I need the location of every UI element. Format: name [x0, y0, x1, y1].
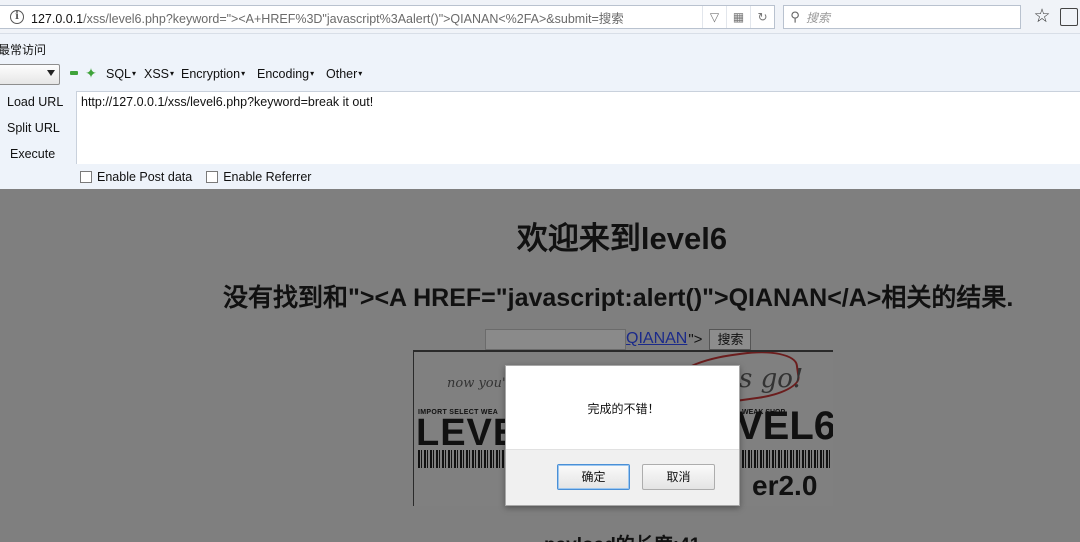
menu-encryption-label: Encryption [181, 67, 241, 81]
checkbox-box[interactable] [206, 171, 219, 183]
hackbar-toolbar: ✦ SQL▾ XSS▾ Encryption▾ Encoding▾ Other▾ [0, 63, 1080, 87]
search-input[interactable]: ⚲ 搜索 [783, 5, 1021, 29]
browser-chrome: i 127.0.0.1/xss/level6.php?keyword="><A+… [0, 0, 1080, 189]
dropdown-arrow-icon[interactable]: ▽ [702, 6, 726, 28]
checkbox-box[interactable] [80, 171, 92, 183]
increase-icon[interactable]: ✦ [85, 66, 97, 80]
injected-link[interactable]: QIANAN [626, 330, 687, 348]
injected-suffix: "> [688, 330, 703, 348]
payload-length: payload的长度:41 [544, 530, 700, 542]
load-url-button[interactable]: Load URL [7, 95, 63, 109]
url-text[interactable]: 127.0.0.1/xss/level6.php?keyword="><A+HR… [31, 8, 701, 27]
barcode-right [742, 450, 830, 468]
menu-sql[interactable]: SQL▾ [106, 67, 136, 81]
menu-encoding-label: Encoding [257, 67, 310, 81]
enable-post-label: Enable Post data [97, 170, 193, 184]
alert-footer: 确定 取消 [506, 449, 739, 505]
hackbar-select[interactable] [0, 64, 60, 85]
bookmark-star-icon[interactable]: ☆ [1031, 6, 1053, 28]
ok-button[interactable]: 确定 [557, 464, 630, 490]
banner-go-text: s go! [739, 364, 804, 394]
menu-xss-label: XSS [144, 67, 170, 81]
bookmark-most-visited[interactable]: 最常访问 [0, 41, 46, 58]
banner-version: er2.0 : [752, 470, 818, 506]
page-title: 欢迎来到level6 [516, 221, 728, 256]
banner-level-right: VEL6 [736, 404, 833, 448]
hackbar-options: Enable Post data Enable Referrer [80, 168, 325, 186]
search-submit-button[interactable]: 搜索 [709, 328, 752, 350]
caret-icon: ▾ [132, 69, 137, 78]
enable-referrer-label: Enable Referrer [223, 170, 312, 184]
info-icon[interactable]: i [10, 10, 24, 24]
hackbar-actions: Load URL Split URL Execute [0, 91, 76, 165]
url-path: /xss/level6.php?keyword="><A+HREF%3D"jav… [83, 11, 624, 26]
url-tools: ▽ ▦ ↻ [702, 6, 774, 28]
hackbar-url-textarea[interactable]: http://127.0.0.1/xss/level6.php?keyword=… [76, 91, 1080, 164]
library-icon[interactable] [1060, 8, 1078, 26]
decrease-icon[interactable] [70, 71, 78, 75]
enable-post-checkbox[interactable]: Enable Post data [80, 170, 192, 184]
execute-button[interactable]: Execute [10, 147, 55, 161]
barcode-left [418, 450, 506, 468]
banner-level-left: LEVE [416, 412, 520, 454]
result-message: 没有找到和"><A HREF="javascript:alert()">QIAN… [223, 284, 1014, 312]
reload-icon[interactable]: ↻ [750, 6, 774, 28]
navigation-bar: i 127.0.0.1/xss/level6.php?keyword="><A+… [0, 0, 1080, 34]
qr-code-icon[interactable]: ▦ [726, 6, 750, 28]
caret-icon: ▾ [170, 69, 175, 78]
enable-referrer-checkbox[interactable]: Enable Referrer [206, 170, 311, 184]
chevron-down-icon [47, 70, 55, 76]
caret-icon: ▾ [358, 69, 363, 78]
menu-encoding[interactable]: Encoding▾ [257, 67, 314, 81]
menu-encryption[interactable]: Encryption▾ [181, 67, 245, 81]
cancel-button[interactable]: 取消 [642, 464, 715, 490]
menu-other-label: Other [326, 67, 358, 81]
alert-message: 完成的不错！ [587, 402, 660, 416]
caret-icon: ▾ [310, 69, 315, 78]
search-icon: ⚲ [790, 9, 800, 24]
menu-other[interactable]: Other▾ [326, 67, 362, 81]
address-bar[interactable]: i 127.0.0.1/xss/level6.php?keyword="><A+… [0, 5, 775, 29]
keyword-input[interactable] [485, 328, 626, 350]
caret-icon: ▾ [241, 69, 246, 78]
alert-dialog: 完成的不错！ 确定 取消 [505, 365, 740, 506]
url-host: 127.0.0.1 [31, 11, 84, 26]
menu-xss[interactable]: XSS▾ [144, 67, 174, 81]
search-form: QIANAN "> 搜索 [485, 328, 752, 350]
split-url-button[interactable]: Split URL [7, 121, 60, 135]
search-placeholder: 搜索 [806, 10, 831, 25]
menu-sql-label: SQL [106, 67, 132, 81]
